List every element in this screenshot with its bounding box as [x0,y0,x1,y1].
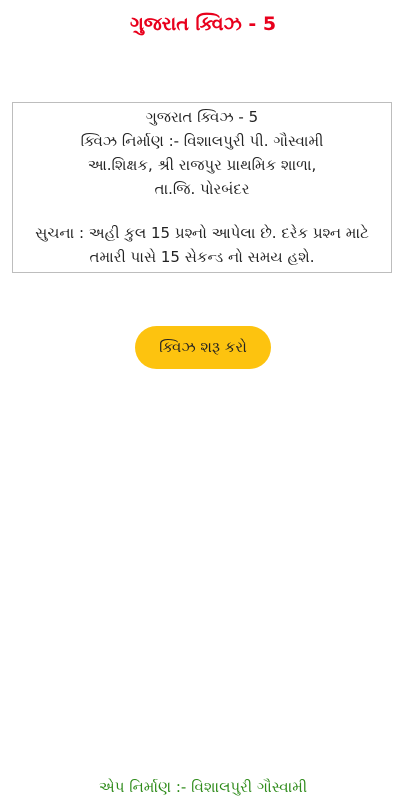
quiz-author-text: ક્વિઝ નિર્માણ :- વિશાલપુરી પી. ગૌસ્વામી [80,132,324,150]
info-spacer [13,201,391,221]
start-quiz-button[interactable]: ક્વિઝ શરૂ કરો [135,326,271,369]
quiz-name-text: ગુજરાત ક્વિઝ - 5 [145,108,259,126]
author-location-text: તા.જિ. પોરબંદર [154,180,250,198]
app-credit-footer: એપ નિર્માણ :- વિશાલપુરી ગૌસ્વામી [98,778,308,796]
instructions-text-line-1: સુચના : અહી કુલ 15 પ્રશ્નો આપેલા છે. દરે… [35,224,369,242]
quiz-info-card: ગુજરાત ક્વિઝ - 5 ક્વિઝ નિર્માણ :- વિશાલપ… [12,102,392,273]
author-school-text: આ.શિક્ષક, શ્રી રાજપુર પ્રાથમિક શાળા, [87,156,317,174]
instructions-text-line-2: તમારી પાસે 15 સેકન્ડ નો સમય હશે. [89,248,315,266]
page-title: ગુજરાત ક્વિઝ - 5 [129,13,277,35]
